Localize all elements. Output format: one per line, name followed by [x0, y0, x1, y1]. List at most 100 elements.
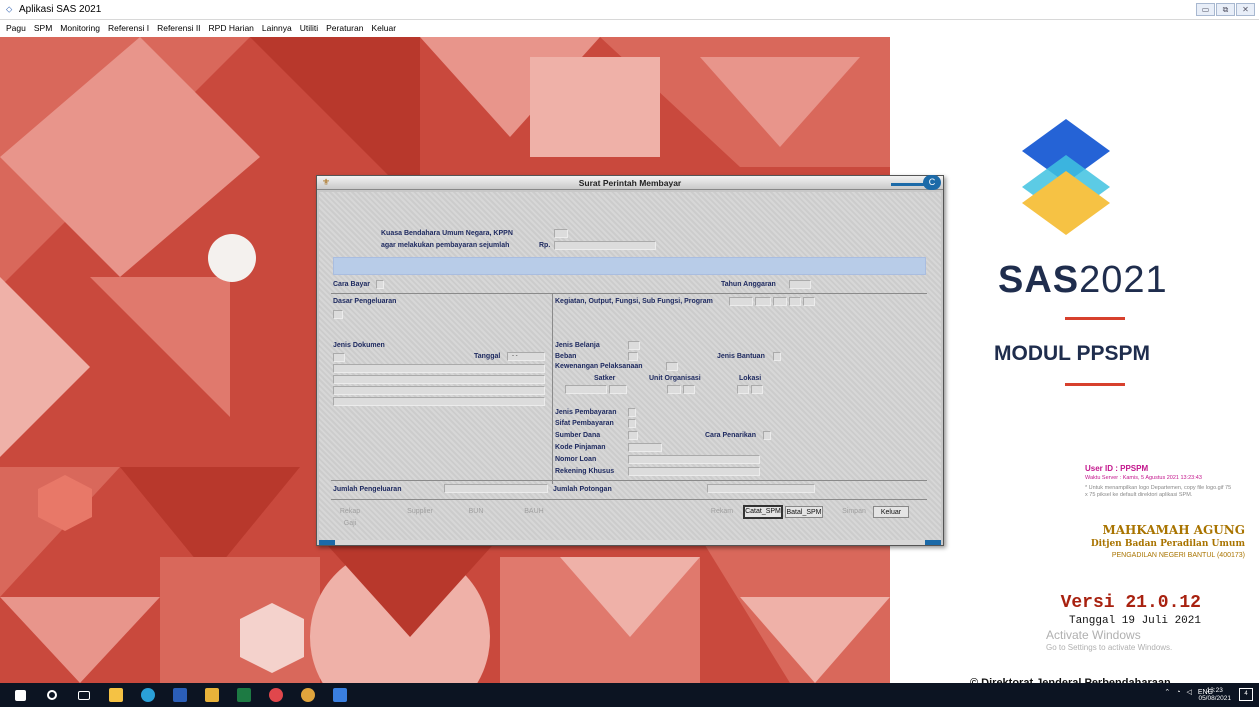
menu-utiliti[interactable]: Utiliti [300, 21, 318, 36]
cara-penarikan-field[interactable] [763, 431, 771, 440]
dokumen-line-2[interactable] [333, 375, 545, 384]
nomor-loan-field[interactable] [628, 455, 760, 464]
dokumen-line-4[interactable] [333, 397, 545, 406]
menu-lainnya[interactable]: Lainnya [262, 21, 292, 36]
tanggal-label: Tanggal [474, 353, 501, 360]
divider [1065, 383, 1125, 386]
menu-referensi-1[interactable]: Referensi I [108, 21, 149, 36]
fungsi-field[interactable] [773, 297, 787, 306]
sifat-pembayaran-field[interactable] [628, 419, 636, 428]
dasar-pengeluaran-field[interactable] [333, 310, 343, 319]
notification-icon[interactable]: 4 [1239, 688, 1253, 701]
bun-button[interactable]: BUN [459, 506, 493, 518]
menu-pagu[interactable]: Pagu [6, 21, 26, 36]
rekam-button[interactable]: Rekam [707, 506, 737, 518]
menu-keluar[interactable]: Keluar [371, 21, 396, 36]
lokasi-label: Lokasi [739, 375, 762, 382]
edge-icon[interactable] [136, 685, 160, 705]
sumber-dana-field[interactable] [628, 431, 638, 440]
output-field[interactable] [755, 297, 771, 306]
cara-bayar-label: Cara Bayar [333, 281, 370, 288]
tahun-anggaran-field[interactable] [789, 280, 811, 289]
window-titlebar: ⬦ Aplikasi SAS 2021 ▭ ⧉ ✕ [0, 0, 1259, 20]
amount-field[interactable] [554, 241, 656, 250]
menu-spm[interactable]: SPM [34, 21, 52, 36]
clock[interactable]: 13:23 05/08/2021 [1198, 687, 1231, 703]
dokumen-line-3[interactable] [333, 386, 545, 395]
search-icon[interactable] [40, 685, 64, 705]
supplier-button[interactable]: Supplier [403, 506, 437, 518]
titlebar-accent [891, 183, 927, 186]
restore-icon[interactable]: ⧉ [1216, 3, 1235, 16]
jenis-pembayaran-field[interactable] [628, 408, 636, 417]
lokasi-field[interactable] [737, 385, 749, 394]
jumlah-potongan-label: Jumlah Potongan [553, 486, 612, 493]
minimize-icon[interactable]: ▭ [1196, 3, 1215, 16]
kppn-field[interactable] [554, 229, 568, 238]
dokumen-line-1[interactable] [333, 364, 545, 373]
menu-rpd-harian[interactable]: RPD Harian [209, 21, 254, 36]
jenis-bantuan-field[interactable] [773, 352, 781, 361]
store-icon[interactable] [104, 685, 128, 705]
rekening-khusus-field[interactable] [628, 467, 760, 476]
dialog-close-icon[interactable]: C [923, 175, 941, 190]
version-label: Versi 21.0.12 [1060, 593, 1201, 613]
sub-fungsi-field[interactable] [789, 297, 801, 306]
satker-kode-field[interactable] [609, 385, 627, 394]
cara-bayar-field[interactable] [376, 280, 384, 289]
batal-spm-button[interactable]: Batal_SPM [785, 506, 823, 518]
unit-organisasi-field[interactable] [667, 385, 681, 394]
tanggal-field[interactable]: - - [507, 352, 545, 361]
keluar-button[interactable]: Keluar [873, 506, 909, 518]
jenis-belanja-field[interactable] [628, 341, 640, 350]
taskbar: ⌃ ◔ ◁ ENG 13:23 05/08/2021 4 [0, 683, 1259, 707]
program-field[interactable] [803, 297, 815, 306]
kewenangan-field[interactable] [666, 362, 678, 371]
sas-brand: SAS [998, 259, 1080, 301]
agar-label: agar melakukan pembayaran sejumlah [381, 242, 510, 249]
spm-dialog: ⚜ Surat Perintah Membayar C Kuasa Bendah… [316, 175, 944, 546]
unit-organisasi-label: Unit Organisasi [649, 375, 701, 382]
bauh-button[interactable]: BAUH [517, 506, 551, 518]
word-icon[interactable] [168, 685, 192, 705]
speaker-icon[interactable]: ◁ [1186, 688, 1191, 696]
chrome-icon[interactable] [296, 685, 320, 705]
excel-icon[interactable] [232, 685, 256, 705]
chevron-up-icon[interactable]: ⌃ [1164, 688, 1170, 696]
separator [331, 293, 927, 294]
tahun-anggaran-label: Tahun Anggaran [721, 281, 776, 288]
catat-spm-button[interactable]: Catat_SPM [743, 505, 783, 519]
dialog-scrollbar[interactable] [319, 540, 941, 545]
right-info-panel: SAS2021 MODUL PPSPM User ID : PPSPM Wakt… [890, 37, 1259, 689]
rekap-gaji-button[interactable]: Rekap Gaji [333, 506, 367, 527]
menu-peraturan[interactable]: Peraturan [326, 21, 363, 36]
satker-label: Satker [594, 375, 616, 382]
start-button[interactable] [8, 685, 32, 705]
simpan-button[interactable]: Simpan [839, 506, 869, 518]
lokasi-kode-field[interactable] [751, 385, 763, 394]
clock-time: 13:23 [1206, 687, 1223, 694]
window-title: Aplikasi SAS 2021 [19, 4, 102, 15]
app-icon[interactable] [264, 685, 288, 705]
menu-bar: Pagu SPM Monitoring Referensi I Referens… [0, 21, 1259, 36]
close-icon[interactable]: ✕ [1236, 3, 1255, 16]
kegiatan-field[interactable] [729, 297, 753, 306]
kuasa-label: Kuasa Bendahara Umum Negara, KPPN [381, 230, 513, 237]
app-root: ⬦ Aplikasi SAS 2021 ▭ ⧉ ✕ Pagu SPM Monit… [0, 0, 1259, 707]
version-date: Tanggal 19 Juli 2021 [1068, 615, 1201, 627]
satker-field[interactable] [565, 385, 607, 394]
beban-field[interactable] [628, 352, 638, 361]
unit-organisasi-kode-field[interactable] [683, 385, 695, 394]
dialog-body: Kuasa Bendahara Umum Negara, KPPN agar m… [319, 192, 941, 542]
menu-referensi-2[interactable]: Referensi II [157, 21, 200, 36]
file-explorer-icon[interactable] [200, 685, 224, 705]
sas-taskbar-icon[interactable] [328, 685, 352, 705]
dialog-titlebar: ⚜ Surat Perintah Membayar C [317, 175, 943, 190]
menu-monitoring[interactable]: Monitoring [60, 21, 100, 36]
kode-pinjaman-field[interactable] [628, 443, 662, 452]
jumlah-potongan-field [707, 484, 815, 493]
jenis-dokumen-field[interactable] [333, 353, 345, 362]
task-view-icon[interactable] [72, 685, 96, 705]
network-icon[interactable]: ◔ [1176, 689, 1180, 696]
sas-logo-text: SAS2021 [998, 259, 1168, 302]
